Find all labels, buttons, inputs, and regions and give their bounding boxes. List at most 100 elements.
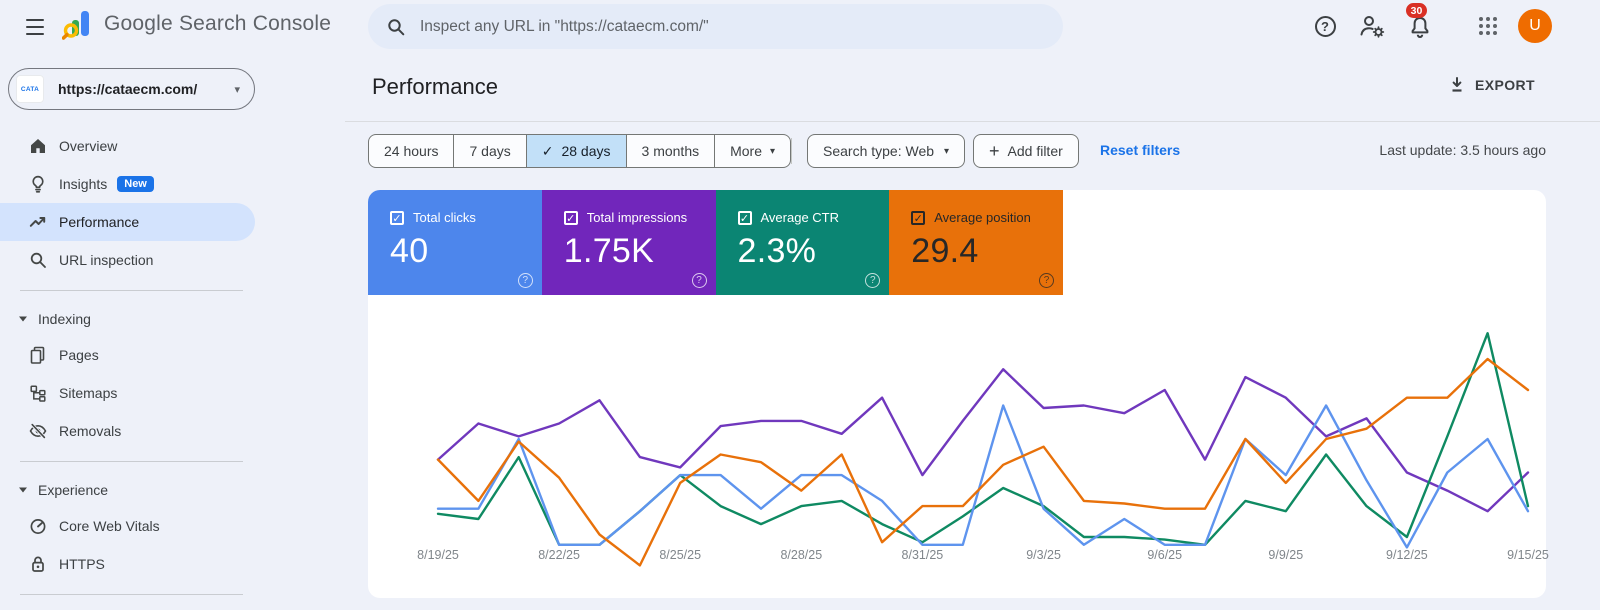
checkbox-checked-icon[interactable]: ✓ [737,210,752,225]
account-avatar[interactable]: U [1518,9,1552,43]
search-type-filter[interactable]: Search type: Web ▾ [807,134,966,168]
download-icon [1452,77,1462,92]
property-url: https://cataecm.com/ [58,81,198,97]
x-axis-tick-label: 8/25/25 [659,548,701,562]
apps-grid-icon [1479,17,1497,35]
home-icon [31,139,45,153]
metric-value: 2.3% [737,232,817,270]
sidebar-item-label: Core Web Vitals [59,518,160,534]
chart-line-average-position [436,357,1530,567]
x-axis-tick-label: 9/6/25 [1147,548,1182,562]
person-gear-icon [1360,16,1385,38]
checkbox-checked-icon[interactable]: ✓ [390,210,404,225]
section-label: Indexing [38,311,91,327]
chip-label: 7 days [469,143,511,159]
filter-separator [791,138,792,164]
chart-line-total-impressions [436,368,1530,513]
sidebar-item-sitemaps[interactable]: Sitemaps [0,374,255,412]
date-chip-24-hours[interactable]: 24 hours [369,135,453,167]
help-icon[interactable]: ? [865,273,881,288]
sidebar-item-core-web-vitals[interactable]: Core Web Vitals [0,507,255,545]
sidebar-item-performance[interactable]: Performance [0,203,255,241]
performance-chart[interactable]: 8/19/25 8/22/25 8/25/25 8/28/25 8/31/25 9/3/2… [368,295,1549,598]
sidebar-divider [20,594,243,595]
export-button[interactable]: EXPORT [1448,76,1535,94]
url-inspect-input[interactable] [420,17,1045,36]
help-icon[interactable]: ? [517,273,533,288]
export-label: EXPORT [1475,77,1535,93]
metric-label: Total clicks [413,210,476,225]
last-update-text: Last update: 3.5 hours ago [1379,142,1546,158]
hamburger-menu-icon[interactable] [22,14,48,38]
card-label-row: ✓ Total impressions [563,210,716,225]
x-axis-tick-label: 9/9/25 [1268,548,1303,562]
add-filter-button[interactable]: + Add filter [973,134,1079,168]
metric-card-average-ctr[interactable]: ✓ Average CTR 2.3% ? [715,190,890,295]
google-apps-button[interactable] [1472,10,1504,42]
metric-label: Average position [934,210,1031,225]
metric-label: Total impressions [586,210,688,225]
chip-label: 3 months [641,143,700,159]
sidebar-item-overview[interactable]: Overview [0,127,255,165]
sidebar-section-experience[interactable]: Experience [0,473,255,507]
help-icon[interactable]: ? [691,273,707,288]
section-label: Experience [38,482,109,498]
x-axis-tick-label: 8/28/25 [780,548,822,562]
date-chip-more[interactable]: More ▾ [714,135,790,167]
search-icon [388,18,405,35]
sidebar-item-label: URL inspection [59,252,154,268]
sidebar-item-label: Overview [59,138,118,154]
pages-icon [30,346,45,364]
notification-count-badge: 30 [1406,3,1427,18]
metric-card-average-position[interactable]: ✓ Average position 29.4 ? [889,190,1063,295]
speedometer-icon [30,519,46,534]
metric-value: 1.75K [563,232,655,270]
sidebar-item-url-inspection[interactable]: URL inspection [0,241,255,279]
date-chip-28-days[interactable]: ✓ 28 days [525,135,626,167]
sidebar-divider [20,461,243,462]
sidebar-item-removals[interactable]: Removals [0,412,255,450]
help-button[interactable]: ? [1309,10,1341,42]
reset-filters-link[interactable]: Reset filters [1100,142,1180,158]
sidebar-item-pages[interactable]: Pages [0,336,255,374]
sidebar-section-indexing[interactable]: Indexing [0,302,255,336]
x-axis-tick-label: 8/22/25 [538,548,580,562]
metric-card-total-clicks[interactable]: ✓ Total clicks 40 ? [368,190,542,295]
eye-off-icon [29,423,47,439]
sidebar-item-label: Insights [59,176,108,192]
lightbulb-icon [32,175,44,193]
notifications-button[interactable]: 30 [1404,3,1436,42]
sitemap-tree-icon [30,385,46,402]
x-axis-tick-label: 9/3/25 [1026,548,1061,562]
help-icon[interactable]: ? [1039,273,1054,288]
checkbox-checked-icon[interactable]: ✓ [911,210,926,225]
chip-label: 28 days [561,143,611,159]
sidebar-item-https[interactable]: HTTPS [0,545,255,583]
search-console-logo-icon [62,11,89,40]
property-selector[interactable]: CATA https://cataecm.com/ ▾ [8,68,255,110]
filter-label: Add filter [1007,143,1063,159]
user-settings-button[interactable] [1356,10,1388,42]
x-axis-tick-label: 8/31/25 [902,548,944,562]
sidebar-nav: Overview Insights New Performance URL in… [0,127,255,606]
filter-label: Search type: Web [823,143,935,159]
metric-card-total-impressions[interactable]: ✓ Total impressions 1.75K ? [541,190,716,295]
collapse-caret-icon [19,316,27,322]
checkbox-checked-icon[interactable]: ✓ [563,210,578,225]
card-label-row: ✓ Average CTR [737,210,890,225]
app-logo: Google Search Console [62,8,331,40]
sidebar-divider [20,290,243,291]
trend-up-icon [29,217,46,227]
url-inspect-searchbar[interactable] [368,4,1063,49]
sidebar-item-insights[interactable]: Insights New [0,165,255,203]
card-label-row: ✓ Average position [911,210,1063,225]
date-chip-3-months[interactable]: 3 months [625,135,715,167]
magnifier-icon [30,252,46,268]
chip-label: More [730,143,763,159]
collapse-caret-icon [19,487,27,493]
date-chip-7-days[interactable]: 7 days [453,135,525,167]
check-icon: ✓ [541,142,554,159]
app-title: Google Search Console [104,12,332,35]
metric-cards: ✓ Total clicks 40 ? ✓ Total impressions … [368,190,1063,295]
new-badge: New [117,176,154,192]
